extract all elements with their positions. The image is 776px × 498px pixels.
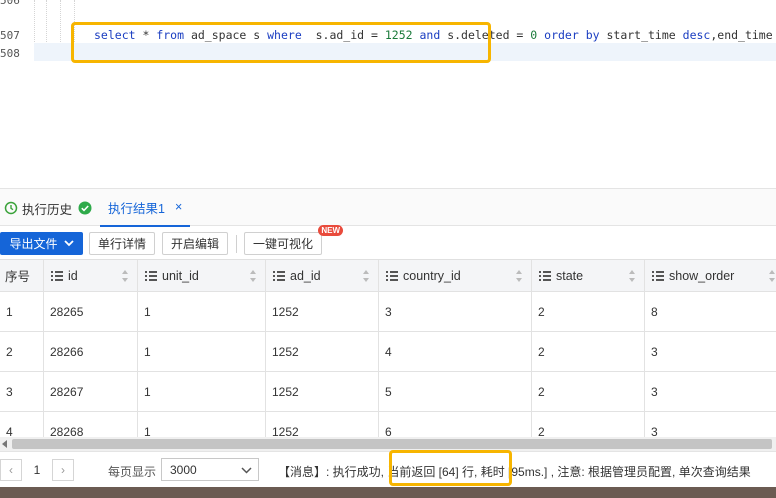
tab-result-label: 执行结果1 <box>108 201 165 216</box>
column-header-label: ad_id <box>290 268 321 283</box>
table-cell-show-order[interactable]: 3 <box>645 412 776 437</box>
code-token: order by <box>544 28 600 42</box>
prev-page-button[interactable]: ‹ <box>0 459 22 481</box>
indent-guide <box>46 0 47 44</box>
table-cell-country-id[interactable]: 6 <box>379 412 532 437</box>
export-button-label: 导出文件 <box>9 237 58 251</box>
success-icon <box>78 201 92 215</box>
column-header-id[interactable]: id <box>44 260 138 292</box>
table-cell-state[interactable]: 2 <box>532 412 645 437</box>
table-cell-state[interactable]: 2 <box>532 372 645 412</box>
table-cell-state[interactable]: 2 <box>532 292 645 332</box>
table-cell-ad-id[interactable]: 1252 <box>266 372 379 412</box>
line-number: 508 <box>0 47 20 60</box>
column-type-icon <box>51 270 63 281</box>
sort-icon[interactable] <box>515 269 523 283</box>
line-number: 506 <box>0 0 20 7</box>
highlight-box <box>71 22 491 63</box>
table-cell-unit-id[interactable]: 1 <box>138 292 266 332</box>
page-size-value: 3000 <box>170 462 197 477</box>
table-cell-ad-id[interactable]: 1252 <box>266 412 379 437</box>
table-cell-show-order[interactable]: 8 <box>645 292 776 332</box>
code-token: ,end_time <box>710 28 776 42</box>
row-detail-button[interactable]: 单行详情 <box>89 232 155 255</box>
column-header-ad-id[interactable]: ad_id <box>266 260 379 292</box>
code-token: start_time <box>599 28 683 42</box>
horizontal-scrollbar[interactable] <box>0 437 776 451</box>
table-cell-ad-id[interactable]: 1252 <box>266 332 379 372</box>
column-type-icon <box>145 270 157 281</box>
indent-guide <box>60 0 61 44</box>
current-page: 1 <box>33 463 41 477</box>
chevron-down-icon <box>63 240 74 247</box>
column-header-country-id[interactable]: country_id <box>379 260 532 292</box>
page-size-label: 每页显示 <box>108 465 157 479</box>
column-header-unit-id[interactable]: unit_id <box>138 260 266 292</box>
table-cell-id[interactable]: 28265 <box>44 292 138 332</box>
chevron-down-icon <box>241 467 252 474</box>
table-cell-row-number[interactable]: 2 <box>0 332 44 372</box>
tab-result-1[interactable]: 执行结果1 × <box>100 189 191 227</box>
visualize-button[interactable]: 一键可视化 NEW <box>244 225 343 255</box>
table-cell-state[interactable]: 2 <box>532 332 645 372</box>
bottom-edge <box>0 487 776 498</box>
line-number: 507 <box>0 29 20 42</box>
pagination-bar: ‹ 1 › 每页显示 3000 【消息】: 执行成功, 当前返回 [64] 行,… <box>0 450 776 487</box>
column-header-label: unit_id <box>162 268 199 283</box>
sort-icon[interactable] <box>121 269 129 283</box>
table-cell-row-number[interactable]: 1 <box>0 292 44 332</box>
result-table: 序号 id unit_id ad_id country_id state show_orde… <box>0 259 776 437</box>
sort-icon[interactable] <box>768 269 776 283</box>
column-header-label: country_id <box>403 268 461 283</box>
column-header-show-order[interactable]: show_order <box>645 260 776 292</box>
highlight-box <box>389 450 512 486</box>
column-type-icon <box>386 270 398 281</box>
sort-icon[interactable] <box>362 269 370 283</box>
table-cell-id[interactable]: 28266 <box>44 332 138 372</box>
toolbar-divider <box>236 235 237 253</box>
sort-icon[interactable] <box>628 269 636 283</box>
table-cell-id[interactable]: 28268 <box>44 412 138 437</box>
table-cell-country-id[interactable]: 4 <box>379 332 532 372</box>
column-header-label: id <box>68 268 78 283</box>
export-button[interactable]: 导出文件 <box>0 232 83 255</box>
new-badge: NEW <box>318 225 343 236</box>
tab-history-label: 执行历史 <box>22 202 73 217</box>
table-cell-row-number[interactable]: 3 <box>0 372 44 412</box>
table-cell-country-id[interactable]: 5 <box>379 372 532 412</box>
column-header-row-number[interactable]: 序号 <box>0 260 44 292</box>
scrollbar-thumb[interactable] <box>12 439 772 449</box>
table-cell-unit-id[interactable]: 1 <box>138 412 266 437</box>
column-type-icon <box>273 270 285 281</box>
tab-history[interactable]: 执行历史 <box>4 189 92 227</box>
table-cell-show-order[interactable]: 3 <box>645 372 776 412</box>
history-icon <box>4 201 18 215</box>
table-cell-country-id[interactable]: 3 <box>379 292 532 332</box>
table-cell-unit-id[interactable]: 1 <box>138 332 266 372</box>
next-page-button[interactable]: › <box>52 459 74 481</box>
column-type-icon <box>652 270 664 281</box>
close-icon[interactable]: × <box>175 200 182 214</box>
sql-editor[interactable]: 506 507 508 select * from ad_space s whe… <box>0 0 776 188</box>
sort-icon[interactable] <box>249 269 257 283</box>
code-token: desc <box>682 28 711 42</box>
result-tabs: 执行历史 执行结果1 × <box>0 188 776 227</box>
column-header-label: 序号 <box>5 270 31 284</box>
page-size-select[interactable]: 3000 <box>161 458 259 481</box>
indent-guide <box>34 0 35 44</box>
table-cell-row-number[interactable]: 4 <box>0 412 44 437</box>
column-header-label: state <box>556 268 584 283</box>
table-cell-show-order[interactable]: 3 <box>645 332 776 372</box>
result-toolbar: 导出文件 单行详情 开启编辑 一键可视化 NEW <box>0 225 776 259</box>
table-cell-id[interactable]: 28267 <box>44 372 138 412</box>
column-type-icon <box>539 270 551 281</box>
status-message: 【消息】: 执行成功, 当前返回 [64] 行, 耗时 [95ms.] , 注意… <box>278 465 751 479</box>
table-cell-ad-id[interactable]: 1252 <box>266 292 379 332</box>
column-header-state[interactable]: state <box>532 260 645 292</box>
visualize-button-label: 一键可视化 <box>252 237 313 251</box>
table-cell-unit-id[interactable]: 1 <box>138 372 266 412</box>
column-header-label: show_order <box>669 268 735 283</box>
open-edit-button[interactable]: 开启编辑 <box>162 232 228 255</box>
scroll-left-icon[interactable] <box>2 440 8 448</box>
